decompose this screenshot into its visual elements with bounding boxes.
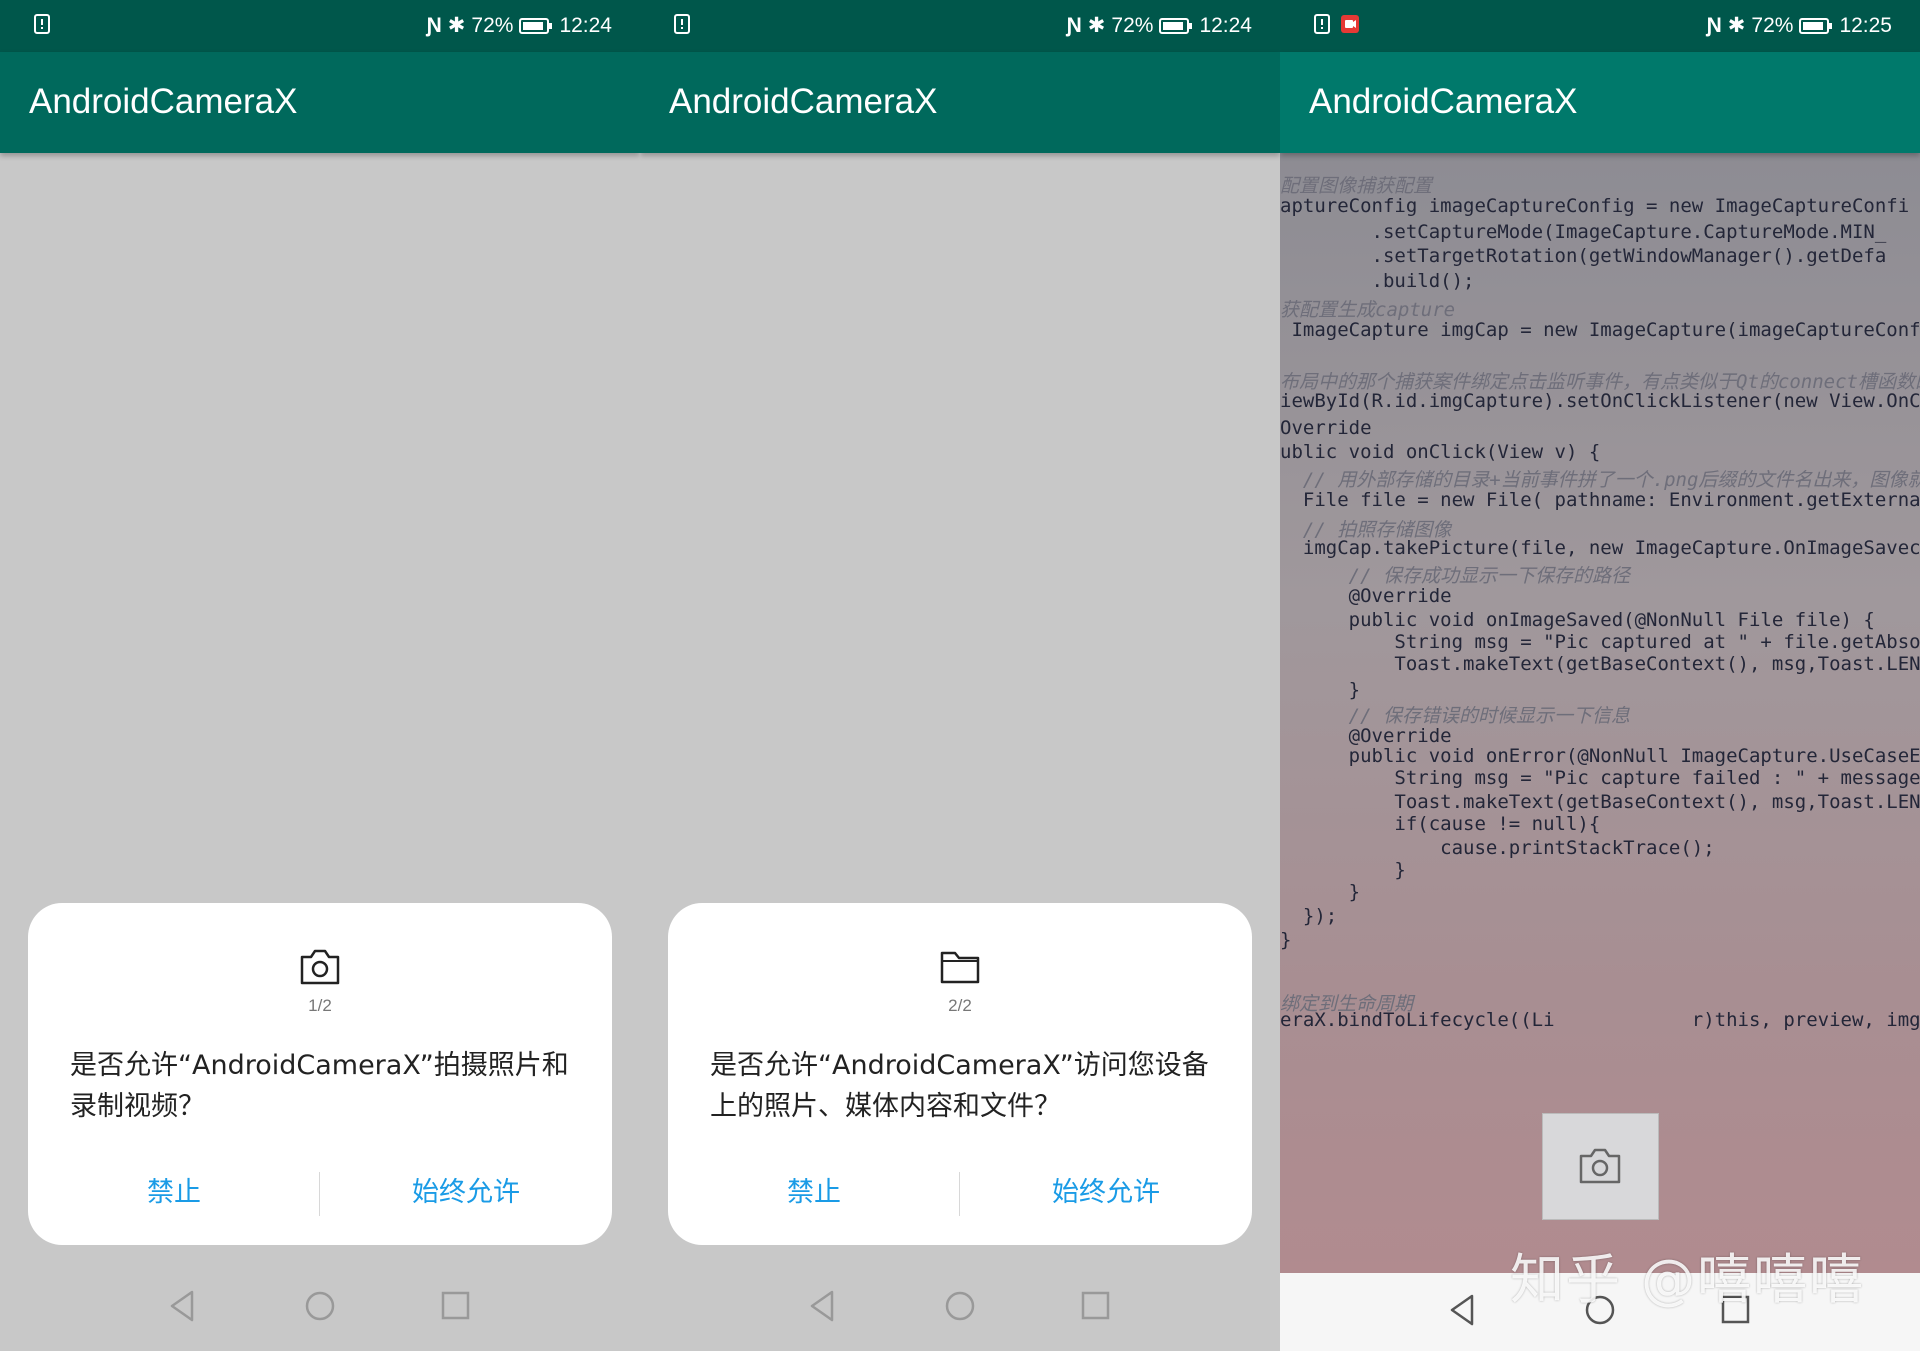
- status-bar: Ɲ ✱ 72% 12:25: [1280, 0, 1920, 52]
- code-line: String msg = "Pic capture failed : " + m…: [1280, 767, 1920, 789]
- back-icon[interactable]: [808, 1289, 838, 1323]
- screen-camera-permission: Ɲ ✱ 72% 12:24 AndroidCameraX 1/2 是否允许“An…: [0, 0, 640, 1351]
- app-title: AndroidCameraX: [29, 82, 298, 121]
- deny-button[interactable]: 禁止: [668, 1170, 960, 1209]
- battery-icon: [1159, 17, 1193, 34]
- code-line: }: [1280, 929, 1292, 951]
- screen-camera-preview: Ɲ ✱ 72% 12:25 AndroidCameraX 配置图像捕获配置 apt…: [1280, 0, 1920, 1351]
- battery-icon: [1799, 17, 1833, 34]
- code-line: });: [1280, 905, 1338, 927]
- navigation-bar: [640, 1269, 1280, 1351]
- code-line: // 保存错误的时候显示一下信息: [1280, 705, 1630, 727]
- code-line: }: [1280, 881, 1361, 903]
- recents-icon[interactable]: [1080, 1289, 1110, 1323]
- camera-icon: [300, 949, 340, 985]
- watermark: 知乎 @嘻嘻嘻: [1510, 1248, 1866, 1311]
- battery-percent: 72%: [1751, 13, 1794, 37]
- app-bar: AndroidCameraX: [1280, 52, 1920, 153]
- code-line: ublic void onClick(View v) {: [1280, 441, 1601, 463]
- bluetooth-icon: ✱: [447, 14, 466, 37]
- battery-percent: 72%: [1111, 13, 1154, 37]
- navigation-bar: [0, 1269, 640, 1351]
- screen-record-icon: [1341, 15, 1359, 33]
- battery-percent: 72%: [471, 13, 514, 37]
- camera-preview: 配置图像捕获配置 aptureConfig imageCaptureConfig …: [1280, 153, 1920, 1273]
- sim-alert-icon: [674, 14, 690, 34]
- back-icon[interactable]: [168, 1289, 198, 1323]
- code-line: @Override: [1280, 725, 1452, 747]
- code-line: }: [1280, 859, 1406, 881]
- back-icon[interactable]: [1448, 1293, 1478, 1327]
- app-bar: AndroidCameraX: [640, 52, 1280, 153]
- code-line: Toast.makeText(getBaseContext(), msg,Toa…: [1280, 653, 1920, 675]
- recents-icon[interactable]: [440, 1289, 470, 1323]
- code-line: String msg = "Pic captured at " + file.g…: [1280, 631, 1920, 653]
- bluetooth-icon: ✱: [1087, 14, 1106, 37]
- code-line: // 保存成功显示一下保存的路径: [1280, 565, 1630, 587]
- code-line: 配置图像捕获配置: [1280, 175, 1433, 197]
- status-bar: Ɲ ✱ 72% 12:24: [0, 0, 640, 52]
- camera-icon: [1579, 1148, 1621, 1184]
- dialog-step: 2/2: [948, 996, 972, 1015]
- clock: 12:24: [1199, 13, 1252, 37]
- sim-alert-icon: [1314, 14, 1330, 34]
- capture-button[interactable]: [1542, 1113, 1659, 1220]
- status-bar: Ɲ ✱ 72% 12:24: [640, 0, 1280, 52]
- code-line: cause.printStackTrace();: [1280, 837, 1715, 859]
- code-line: ImageCapture imgCap = new ImageCapture(i…: [1280, 319, 1920, 341]
- code-line: aptureConfig imageCaptureConfig = new Im…: [1280, 195, 1910, 217]
- code-line: @Override: [1280, 585, 1452, 607]
- code-line: iewById(R.id.imgCapture).setOnClickListe…: [1280, 390, 1920, 412]
- code-line: File file = new File( pathname: Environm…: [1280, 489, 1920, 511]
- permission-dialog: 1/2 是否允许“AndroidCameraX”拍摄照片和录制视频？ 禁止 始终…: [28, 903, 612, 1245]
- code-line: if(cause != null){: [1280, 813, 1601, 835]
- dialog-message: 是否允许“AndroidCameraX”拍摄照片和录制视频？: [70, 1050, 569, 1122]
- code-line: eraX.bindToLifecycle((Li r)this, preview…: [1280, 1009, 1920, 1031]
- screen-storage-permission: Ɲ ✱ 72% 12:24 AndroidCameraX 2/2 是否允许“An…: [640, 0, 1280, 1351]
- nfc-icon: Ɲ: [1066, 13, 1082, 37]
- nfc-icon: Ɲ: [426, 13, 442, 37]
- deny-button[interactable]: 禁止: [28, 1170, 320, 1209]
- sim-alert-icon: [34, 14, 50, 34]
- clock: 12:24: [559, 13, 612, 37]
- code-line: Override: [1280, 417, 1372, 439]
- clock: 12:25: [1839, 13, 1892, 37]
- home-icon[interactable]: [944, 1289, 976, 1323]
- dialog-step: 1/2: [308, 996, 332, 1015]
- code-line: }: [1280, 679, 1361, 701]
- app-bar: AndroidCameraX: [0, 52, 640, 153]
- battery-icon: [519, 17, 553, 34]
- app-title: AndroidCameraX: [669, 82, 938, 121]
- code-line: public void onError(@NonNull ImageCaptur…: [1280, 745, 1920, 767]
- bluetooth-icon: ✱: [1727, 14, 1746, 37]
- code-line: Toast.makeText(getBaseContext(), msg,Toa…: [1280, 791, 1920, 813]
- app-title: AndroidCameraX: [1309, 82, 1578, 121]
- allow-always-button[interactable]: 始终允许: [960, 1170, 1252, 1209]
- code-line: .setTargetRotation(getWindowManager().ge…: [1280, 245, 1887, 267]
- nfc-icon: Ɲ: [1706, 13, 1722, 37]
- permission-dialog: 2/2 是否允许“AndroidCameraX”访问您设备上的照片、媒体内容和文…: [668, 903, 1252, 1245]
- folder-icon: [940, 951, 980, 984]
- code-line: .setCaptureMode(ImageCapture.CaptureMode…: [1280, 221, 1887, 243]
- code-line: // 用外部存储的目录+当前事件拼了一个.png后缀的文件名出来，图像就: [1280, 469, 1920, 491]
- code-line: imgCap.takePicture(file, new ImageCaptur…: [1280, 537, 1920, 559]
- code-line: public void onImageSaved(@NonNull File f…: [1280, 609, 1875, 631]
- allow-always-button[interactable]: 始终允许: [320, 1170, 612, 1209]
- code-line: 获配置生成capture: [1280, 299, 1456, 321]
- dialog-message: 是否允许“AndroidCameraX”访问您设备上的照片、媒体内容和文件？: [710, 1050, 1209, 1122]
- code-line: .build();: [1280, 270, 1475, 292]
- home-icon[interactable]: [304, 1289, 336, 1323]
